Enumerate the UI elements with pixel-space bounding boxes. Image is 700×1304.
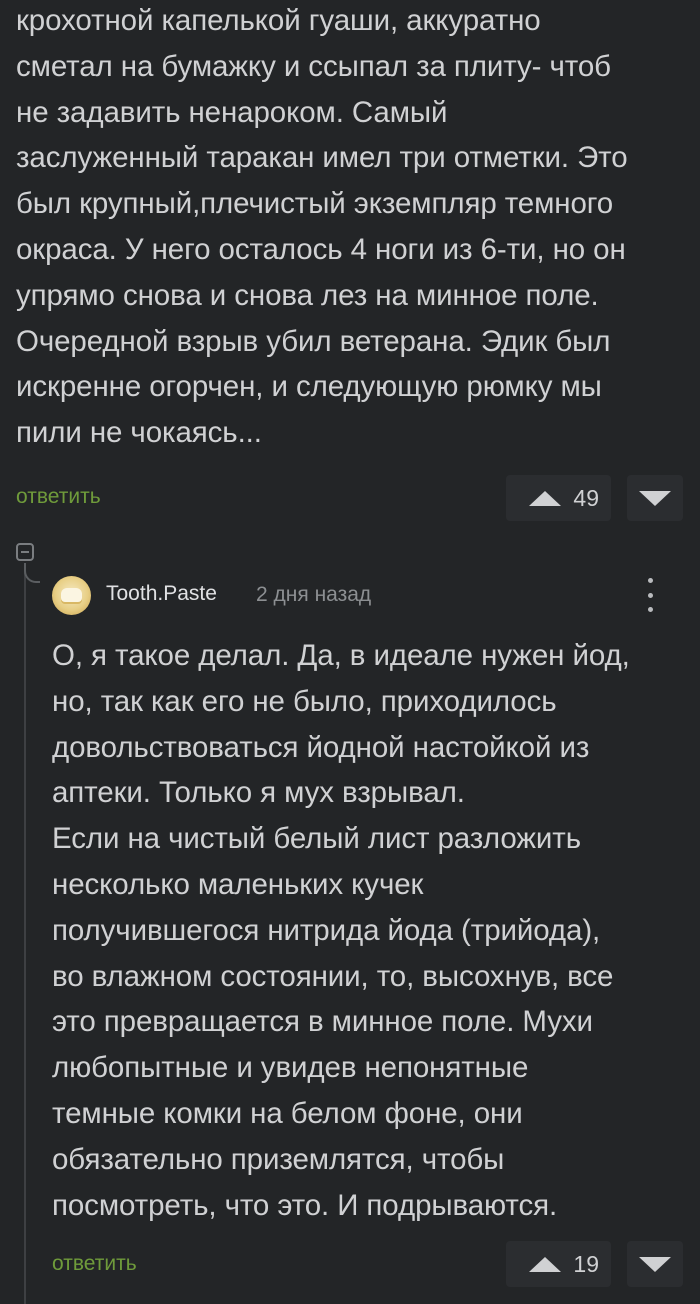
arrow-down-icon bbox=[639, 1256, 671, 1272]
thread-line[interactable] bbox=[24, 563, 26, 1304]
comment-text-line: темные комки на белом фоне, они bbox=[52, 1096, 523, 1130]
comment-text-line: Если на чистый белый лист разложить bbox=[52, 822, 581, 856]
comment-text-line: посмотреть, что это. И подрываются. bbox=[52, 1188, 558, 1222]
comment-text-line: во влажном состоянии, то, высохнув, все bbox=[52, 959, 614, 993]
menu-dot bbox=[647, 578, 653, 583]
collapse-thread-icon[interactable] bbox=[16, 543, 34, 561]
comment-timestamp: 2 дня назад bbox=[256, 583, 372, 606]
comment-text-line: любопытные и увидев непонятные bbox=[52, 1051, 529, 1085]
reply-button[interactable]: ответить bbox=[16, 485, 101, 509]
comment-text-line: получившегося нитрида йода (трийода), bbox=[52, 913, 601, 947]
comment-text-line: пили не чокаясь... bbox=[16, 416, 262, 450]
reply-button[interactable]: ответить bbox=[52, 1252, 137, 1276]
upvote-button[interactable]: 19 bbox=[506, 1241, 611, 1287]
menu-dot bbox=[647, 607, 653, 612]
comment-text-line: довольствоваться йодной настойкой из bbox=[52, 730, 590, 764]
comment-text-line: сметал на бумажку и ссыпал за плиту- что… bbox=[16, 49, 611, 83]
downvote-button[interactable] bbox=[627, 1241, 683, 1287]
comment-text-line: несколько маленьких кучек bbox=[52, 867, 424, 901]
rating-count: 49 bbox=[573, 484, 599, 511]
menu-dot bbox=[647, 592, 653, 598]
comment-text-line: аптеки. Только я мух взрывал. bbox=[52, 776, 465, 810]
comment-text-line: окраса. У него осталось 4 ноги из 6-ти, … bbox=[16, 232, 626, 266]
comment-text-line: но, так как его не было, приходилось bbox=[52, 684, 557, 718]
arrow-up-icon bbox=[529, 490, 562, 506]
more-options-icon[interactable] bbox=[643, 578, 657, 612]
comment-text-line: это превращается в минное поле. Мухи bbox=[52, 1005, 593, 1039]
rating-count: 19 bbox=[573, 1250, 599, 1277]
downvote-button[interactable] bbox=[627, 475, 683, 521]
comment-text-line: Очередной взрыв убил ветерана. Эдик был bbox=[16, 324, 611, 358]
comment-text-line: крохотной капелькой гуаши, аккуратно bbox=[16, 4, 541, 37]
comment-text-line: О, я такое делал. Да, в идеале нужен йод… bbox=[52, 639, 630, 672]
upvote-button[interactable]: 49 bbox=[506, 475, 611, 521]
comment-text-line: искренне огорчен, и следующую рюмку мы bbox=[16, 370, 602, 404]
comment-author[interactable]: Tooth.Paste bbox=[106, 582, 217, 606]
comment-text-line: не задавить ненароком. Самый bbox=[16, 95, 448, 129]
arrow-down-icon bbox=[639, 490, 671, 506]
comment-text-line: был крупный,плечистый экземпляр темного bbox=[16, 187, 614, 221]
comment-text-line: обязательно приземлятся, чтобы bbox=[52, 1142, 505, 1176]
parent-comment-body: крохотной капелькой гуаши, аккуратно сме… bbox=[16, 0, 628, 456]
avatar[interactable] bbox=[52, 576, 91, 615]
comment-text-line: заслуженный таракан имел три отметки. Эт… bbox=[16, 141, 628, 175]
comment-text-line: упрямо снова и снова лез на минное поле. bbox=[16, 278, 599, 312]
thread-branch-connector bbox=[24, 563, 40, 583]
child-comment-body: О, я такое делал. Да, в идеале нужен йод… bbox=[52, 633, 630, 1228]
arrow-up-icon bbox=[529, 1256, 562, 1272]
